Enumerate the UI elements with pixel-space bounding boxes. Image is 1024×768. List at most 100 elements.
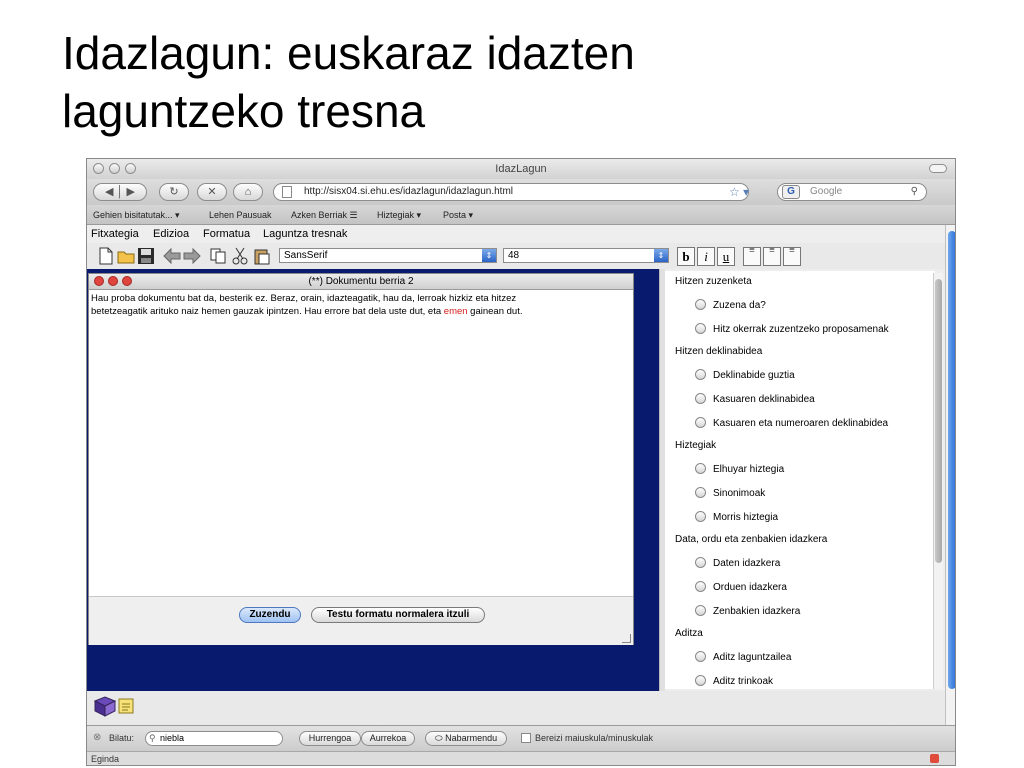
doc-minimize-icon[interactable] (108, 276, 118, 286)
option-auxiliary-verb[interactable]: Aditz laguntzailea (695, 651, 791, 664)
align-right-icon: ≡ (789, 245, 795, 256)
select-arrow-icon[interactable]: ⇕ (654, 249, 668, 262)
option-case-declension[interactable]: Kasuaren deklinabidea (695, 393, 815, 406)
option-full-declension[interactable]: Deklinabide guztia (695, 369, 795, 382)
panel-scroll-thumb[interactable] (935, 279, 942, 563)
radio-icon[interactable] (695, 581, 706, 592)
italic-button[interactable]: i (697, 247, 715, 266)
bookmark-star-icon[interactable]: ☆ ▾ (729, 183, 749, 201)
browser-titlebar[interactable]: IdazLagun (87, 159, 955, 179)
section-declension: Hitzen deklinabidea (675, 346, 763, 357)
redo-arrow-icon[interactable] (183, 247, 201, 265)
find-next-button[interactable]: Hurrengoa (299, 731, 361, 746)
option-case-number-declension[interactable]: Kasuaren eta numeroaren deklinabidea (695, 417, 888, 430)
bookmark-mail[interactable]: Posta ▾ (443, 208, 473, 222)
normal-format-button[interactable]: Testu formatu normalera itzuli (311, 607, 485, 623)
radio-icon[interactable] (695, 323, 706, 334)
forward-arrow-icon[interactable]: ▶ (127, 186, 135, 198)
bold-button[interactable]: b (677, 247, 695, 266)
new-document-icon[interactable] (97, 247, 115, 265)
web-search-input[interactable]: G Google ⚲ (777, 183, 927, 201)
zoom-window-icon[interactable] (125, 163, 136, 174)
menu-help-tools[interactable]: Laguntza tresnak (263, 228, 347, 241)
option-date-writing[interactable]: Daten idazkera (695, 557, 780, 570)
toolbar-toggle-icon[interactable] (929, 164, 947, 173)
radio-icon[interactable] (695, 299, 706, 310)
bookmark-most-visited[interactable]: Gehien bisitatutak... ▾ (93, 208, 180, 222)
menu-format[interactable]: Formatua (203, 228, 250, 241)
window-title: IdazLagun (495, 163, 547, 175)
bookmark-getting-started[interactable]: Lehen Pausuak (209, 208, 272, 222)
align-right-button[interactable]: ≡ (783, 245, 801, 266)
align-center-icon: ≡ (769, 245, 775, 256)
copy-icon[interactable] (209, 247, 227, 265)
menu-file[interactable]: Fitxategia (91, 228, 139, 241)
document-title: (**) Dokumentu berria 2 (308, 276, 414, 287)
option-correction-proposals[interactable]: Hitz okerrak zuzentzeko proposamenak (695, 323, 889, 336)
bookmark-dictionaries[interactable]: Hiztegiak ▾ (377, 208, 421, 222)
paste-clipboard-icon[interactable] (253, 247, 271, 265)
bookmark-latest-news[interactable]: Azken Berriak ☰ (291, 208, 358, 222)
option-synthetic-verbs[interactable]: Aditz trinkoak (695, 675, 773, 688)
radio-icon[interactable] (695, 651, 706, 662)
page-scroll-thumb[interactable] (948, 231, 955, 689)
minimize-window-icon[interactable] (109, 163, 120, 174)
notepad-icon[interactable] (117, 697, 135, 715)
book-icon[interactable] (93, 695, 117, 717)
google-icon[interactable]: G (782, 185, 800, 199)
radio-icon[interactable] (695, 417, 706, 428)
document-titlebar[interactable]: (**) Dokumentu berria 2 (89, 274, 633, 290)
back-arrow-icon[interactable]: ◀ (105, 186, 113, 198)
undo-arrow-icon[interactable] (163, 247, 181, 265)
underline-button[interactable]: u (717, 247, 735, 266)
find-previous-button[interactable]: Aurrekoa (361, 731, 415, 746)
reload-button[interactable]: ↻ (159, 183, 189, 201)
menu-edit[interactable]: Edizioa (153, 228, 189, 241)
cut-scissors-icon[interactable] (231, 247, 249, 265)
align-center-button[interactable]: ≡ (763, 245, 781, 266)
document-text-area[interactable]: Hau proba dokumentu bat da, besterik ez.… (91, 292, 621, 318)
status-bar: Eginda (87, 751, 955, 765)
radio-icon[interactable] (695, 487, 706, 498)
option-number-writing[interactable]: Zenbakien idazkera (695, 605, 800, 618)
doc-text-line2-start: betetzeagatik arituko naiz hemen gauzak … (91, 306, 444, 317)
radio-icon[interactable] (695, 557, 706, 568)
back-forward-button[interactable]: ◀ │ ▶ (93, 183, 147, 201)
magnifier-icon[interactable]: ⚲ (911, 184, 918, 200)
align-left-button[interactable]: ≡ (743, 246, 761, 266)
home-button[interactable]: ⌂ (233, 183, 263, 201)
radio-icon[interactable] (695, 369, 706, 380)
option-is-correct[interactable]: Zuzena da? (695, 299, 766, 312)
stop-button[interactable]: ✕ (197, 183, 227, 201)
match-case-checkbox[interactable] (521, 733, 531, 743)
radio-icon[interactable] (695, 675, 706, 686)
misspelled-word[interactable]: emen (444, 306, 468, 317)
option-time-writing[interactable]: Orduen idazkera (695, 581, 787, 594)
highlight-button[interactable]: ⬭ Nabarmendu (425, 731, 507, 746)
correct-button[interactable]: Zuzendu (239, 607, 301, 623)
radio-icon[interactable] (695, 463, 706, 474)
section-spell-check: Hitzen zuzenketa (675, 276, 752, 287)
open-folder-icon[interactable] (117, 247, 135, 265)
doc-zoom-icon[interactable] (122, 276, 132, 286)
option-morris-dictionary[interactable]: Morris hiztegia (695, 511, 778, 524)
font-size-select[interactable]: 48 ⇕ (503, 248, 669, 263)
select-arrow-icon[interactable]: ⇕ (482, 249, 496, 262)
panel-scrollbar[interactable] (933, 273, 943, 689)
find-query: niebla (160, 733, 185, 743)
radio-icon[interactable] (695, 511, 706, 522)
doc-close-icon[interactable] (94, 276, 104, 286)
close-find-icon[interactable]: ⊗ (93, 732, 101, 743)
option-elhuyar-dictionary[interactable]: Elhuyar hiztegia (695, 463, 784, 476)
radio-icon[interactable] (695, 605, 706, 616)
font-family-select[interactable]: SansSerif ⇕ (279, 248, 497, 263)
resize-grip-icon[interactable] (622, 634, 631, 643)
find-input[interactable]: ⚲ niebla (145, 731, 283, 746)
page-scrollbar[interactable] (945, 225, 955, 725)
radio-icon[interactable] (695, 393, 706, 404)
blocked-popup-icon[interactable] (930, 754, 939, 763)
url-bar[interactable]: http://sisx04.si.ehu.es/idazlagun/idazla… (273, 183, 749, 201)
option-synonyms[interactable]: Sinonimoak (695, 487, 765, 500)
save-icon[interactable] (137, 247, 155, 265)
close-window-icon[interactable] (93, 163, 104, 174)
